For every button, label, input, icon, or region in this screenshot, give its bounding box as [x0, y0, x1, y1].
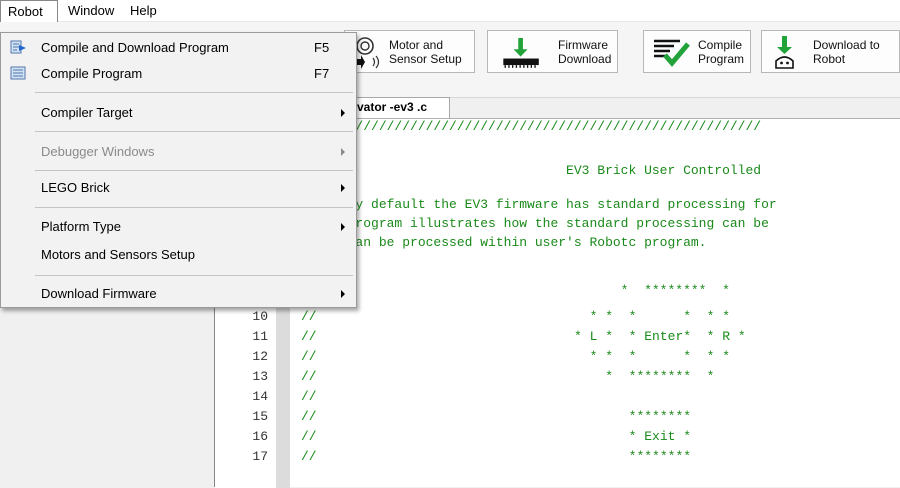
code-comment: // * Exit *: [301, 429, 692, 444]
line-number: 12: [252, 349, 268, 364]
code-line[interactable]: 14 //: [215, 389, 900, 408]
compile-program-button[interactable]: Compile Program: [643, 30, 751, 73]
menu-separator: [35, 207, 353, 208]
code-comment: // * * * * * *: [301, 349, 731, 364]
code-line[interactable]: 15 // ********: [215, 409, 900, 428]
code-comment: // ********: [301, 449, 692, 464]
code-line[interactable]: 17 // ********: [215, 449, 900, 468]
submenu-arrow-icon: [341, 223, 345, 231]
left-panel-empty-area: [0, 308, 214, 487]
robot-menu-dropdown: Compile and Download Program F5 Compile …: [0, 32, 357, 308]
download-to-robot-button[interactable]: Download to Robot: [761, 30, 900, 73]
menu-robot[interactable]: Robot: [0, 0, 58, 22]
line-number: 13: [252, 369, 268, 384]
code-comment: // * L * * Enter* * R *: [301, 329, 746, 344]
menu-bar: Robot Window Help: [0, 0, 900, 22]
submenu-arrow-icon: [341, 109, 345, 117]
code-line[interactable]: 12 // * * * * * *: [215, 349, 900, 368]
menu-item-lego-brick[interactable]: LEGO Brick: [1, 175, 356, 201]
firmware-download-icon: [503, 38, 539, 68]
line-number: 14: [252, 389, 268, 404]
compile-check-icon: [654, 39, 690, 67]
line-number: 10: [252, 309, 268, 324]
motor-sensor-setup-label: Motor and Sensor Setup: [389, 38, 462, 66]
line-number: 11: [252, 329, 268, 344]
menu-item-debugger-windows: Debugger Windows: [1, 139, 356, 165]
menu-item-compiler-target[interactable]: Compiler Target: [1, 100, 356, 126]
menu-item-platform-type[interactable]: Platform Type: [1, 214, 356, 240]
submenu-arrow-icon: [341, 184, 345, 192]
code-comment: // * ******** *: [301, 369, 715, 384]
menu-item-compile-program[interactable]: Compile Program F7: [1, 61, 356, 87]
menu-separator: [35, 170, 353, 171]
line-number: 15: [252, 409, 268, 424]
code-line[interactable]: 13 // * ******** *: [215, 369, 900, 388]
menu-separator: [35, 275, 353, 276]
code-line[interactable]: 16 // * Exit *: [215, 429, 900, 448]
menu-item-compile-and-download[interactable]: Compile and Download Program F5: [1, 35, 356, 61]
code-line[interactable]: 10 // * * * * * *: [215, 309, 900, 328]
code-comment: // * * * * * *: [301, 309, 731, 324]
firmware-download-label: Firmware Download: [558, 38, 612, 66]
compile-icon: [10, 66, 26, 80]
menu-help[interactable]: Help: [123, 0, 164, 22]
download-to-robot-label: Download to Robot: [813, 38, 880, 66]
menu-item-download-firmware[interactable]: Download Firmware: [1, 281, 356, 307]
motor-sensor-setup-button[interactable]: Motor and Sensor Setup: [344, 30, 475, 73]
menu-window[interactable]: Window: [61, 0, 121, 22]
download-robot-icon: [775, 36, 794, 69]
code-comment: //: [301, 389, 317, 404]
submenu-arrow-icon: [341, 148, 345, 156]
compile-download-icon: [10, 40, 26, 54]
compile-program-label: Compile Program: [698, 38, 745, 66]
menu-item-motors-sensors-setup[interactable]: Motors and Sensors Setup: [1, 242, 356, 268]
code-comment: // ********: [301, 409, 692, 424]
line-number: 17: [252, 449, 268, 464]
menu-separator: [35, 92, 353, 93]
submenu-arrow-icon: [341, 290, 345, 298]
code-line[interactable]: 11 // * L * * Enter* * R *: [215, 329, 900, 348]
line-number: 16: [252, 429, 268, 444]
firmware-download-button[interactable]: Firmware Download: [487, 30, 618, 73]
menu-separator: [35, 131, 353, 132]
